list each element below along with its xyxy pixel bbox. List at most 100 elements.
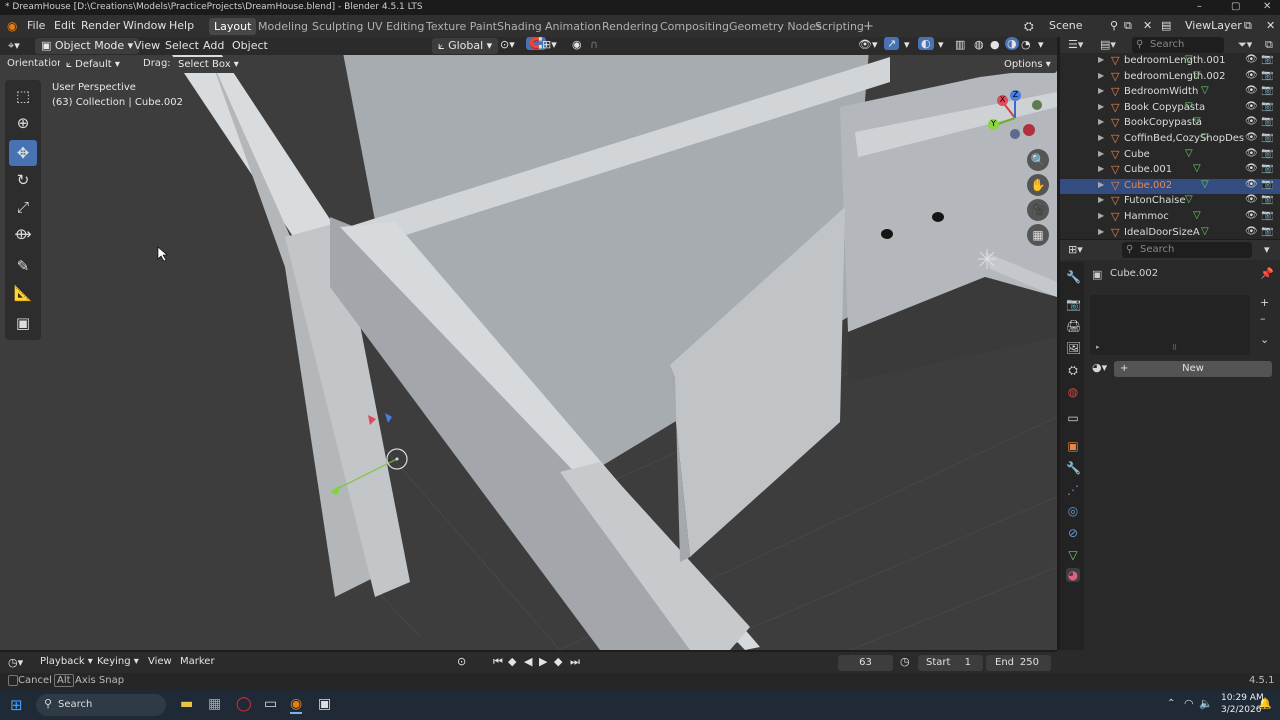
volume-icon[interactable]: 🔈 — [1199, 697, 1213, 710]
outliner-row[interactable]: ▶ ▽ Cube.002 ▽ 👁 📷 — [1060, 178, 1280, 194]
expand-arrow-icon[interactable]: ▶ — [1098, 180, 1104, 189]
outliner-item-name[interactable]: CoffinBed,CozyShopDes — [1124, 133, 1244, 144]
new-view-layer-icon[interactable]: ⧉ — [1244, 19, 1252, 33]
render-camera-icon[interactable]: 📷 — [1261, 148, 1273, 159]
taskbar-search-box[interactable]: ⚲ Search — [36, 694, 166, 716]
pivot-point-icon[interactable]: ⊙▾ — [500, 38, 515, 51]
display-mode-icon[interactable]: ▤▾ — [1100, 38, 1116, 51]
properties-options-icon[interactable]: ▾ — [1264, 243, 1270, 256]
gizmo-y-axis[interactable]: Y — [988, 119, 999, 130]
xray-toggle-icon[interactable]: ▥ — [955, 38, 965, 51]
expand-arrow-icon[interactable]: ▶ — [1098, 149, 1104, 158]
world-tab-icon[interactable]: ◍ — [1066, 385, 1080, 399]
pin-icon[interactable]: 📌 — [1260, 267, 1274, 280]
ortho-grid-icon[interactable]: ▦ — [1027, 224, 1049, 246]
new-scene-icon[interactable]: ⧉ — [1124, 19, 1132, 33]
resize-handle-icon[interactable]: ⠿ — [1172, 344, 1177, 352]
opera-icon[interactable]: ◯ — [236, 696, 252, 712]
scale-tool-icon[interactable]: ⤢ — [9, 194, 37, 220]
outliner-search-input[interactable]: ⚲ Search — [1132, 37, 1224, 53]
material-browse-icon[interactable]: ◕▾ — [1092, 361, 1107, 374]
remove-slot-icon[interactable]: – — [1260, 312, 1266, 325]
outliner-item-name[interactable]: FutonChaise — [1124, 195, 1186, 206]
wifi-icon[interactable]: ◠ — [1184, 697, 1194, 710]
mesh-data-icon[interactable]: ▽ — [1185, 148, 1193, 159]
gizmo-toggle-icon[interactable]: ↗ — [884, 37, 900, 50]
mesh-data-icon[interactable]: ▽ — [1185, 54, 1193, 65]
camera-view-icon[interactable]: 🎥 — [1027, 199, 1049, 221]
annotate-tool-icon[interactable]: ✎ — [9, 253, 37, 279]
terminal-icon[interactable]: ▭ — [264, 696, 277, 712]
store-icon[interactable]: ▦ — [208, 696, 221, 712]
falloff-icon[interactable]: ∩ — [590, 38, 598, 51]
blender-logo-icon[interactable]: ◉ — [7, 19, 17, 33]
pin-scene-icon[interactable]: ⚲ — [1110, 19, 1118, 32]
options-dropdown[interactable]: Options ▾ — [998, 57, 1057, 73]
object-tab-icon[interactable]: ▣ — [1066, 439, 1080, 453]
drag-dropdown[interactable]: Select Box ▾ — [172, 57, 245, 73]
blender-taskbar-icon[interactable]: ◉ — [290, 696, 303, 714]
tab-shading[interactable]: Shading — [492, 18, 547, 35]
particles-tab-icon[interactable]: ⋰ — [1066, 483, 1080, 497]
viewport-3d[interactable] — [0, 37, 1057, 650]
visibility-eye-icon[interactable]: 👁 — [1245, 194, 1258, 205]
mesh-data-icon[interactable]: ▽ — [1193, 70, 1201, 81]
output-tab-icon[interactable]: 🖨 — [1066, 319, 1081, 333]
outliner-item-name[interactable]: Hammoc — [1124, 211, 1169, 222]
view-layer-tab-icon[interactable]: 🖼 — [1066, 341, 1081, 355]
expand-arrow-icon[interactable]: ▶ — [1098, 102, 1104, 111]
render-camera-icon[interactable]: 📷 — [1261, 54, 1273, 65]
snap-target-icon[interactable]: ⊞▾ — [542, 38, 557, 51]
data-tab-icon[interactable]: ▽ — [1066, 548, 1080, 562]
pan-hand-icon[interactable]: ✋ — [1027, 174, 1049, 196]
filter-icon[interactable]: ⏷▾ — [1238, 38, 1252, 52]
slot-menu-icon[interactable]: ⌄ — [1260, 333, 1269, 346]
outliner-item-name[interactable]: BedroomWidth — [1124, 86, 1198, 97]
tab-rendering[interactable]: Rendering — [597, 18, 663, 35]
zoom-icon[interactable]: 🔍 — [1027, 149, 1049, 171]
expand-arrow-icon[interactable]: ▶ — [1098, 211, 1104, 220]
taskbar-date[interactable]: 3/2/2026 — [1221, 705, 1261, 715]
timeline-marker-menu[interactable]: Marker — [180, 656, 215, 667]
menu-help[interactable]: Help — [169, 19, 194, 32]
material-shading-icon[interactable]: ◑ — [1005, 37, 1019, 50]
current-frame-field[interactable]: 63 — [838, 655, 893, 671]
outliner-row[interactable]: ▶ ▽ Book Copypasta ▽ 👁 📷 — [1060, 101, 1280, 116]
outliner-item-name[interactable]: bedroomLength.002 — [1124, 71, 1225, 82]
mesh-data-icon[interactable]: ▽ — [1201, 179, 1209, 190]
notification-bell-icon[interactable]: 🔔 — [1258, 697, 1272, 710]
render-camera-icon[interactable]: 📷 — [1261, 116, 1273, 127]
outliner-item-name[interactable]: IdealDoorSizeA — [1124, 227, 1200, 238]
keying-menu[interactable]: Keying ▾ — [97, 656, 139, 667]
visibility-eye-icon[interactable]: 👁 — [1245, 70, 1258, 81]
transform-tool-icon[interactable]: ⟴ — [9, 221, 37, 247]
wireframe-shading-icon[interactable]: ◍ — [974, 38, 984, 51]
render-camera-icon[interactable]: 📷 — [1261, 210, 1273, 221]
visibility-eye-icon[interactable]: 👁 — [1245, 116, 1258, 127]
tab-layout[interactable]: Layout — [209, 18, 257, 35]
material-tab-icon[interactable]: ◕ — [1066, 568, 1080, 582]
mesh-data-icon[interactable]: ▽ — [1201, 132, 1209, 143]
end-frame-field[interactable]: End 250 — [986, 655, 1051, 671]
render-camera-icon[interactable]: 📷 — [1261, 163, 1273, 174]
tab-sculpting[interactable]: Sculpting — [307, 18, 368, 35]
prev-keyframe-icon[interactable]: ◆ — [508, 655, 516, 668]
mesh-data-icon[interactable]: ▽ — [1193, 210, 1201, 221]
outliner-editor-icon[interactable]: ☰▾ — [1068, 38, 1083, 51]
new-collection-icon[interactable]: ⧉ — [1265, 38, 1273, 52]
visibility-eye-icon[interactable]: 👁 — [1245, 148, 1258, 159]
expand-arrow-icon[interactable]: ▶ — [1098, 195, 1104, 204]
auto-keying-icon[interactable]: ⊙ — [457, 655, 466, 668]
outliner[interactable]: ☰▾ ▤▾ ⚲ Search ⏷▾ ⧉ ▶ ▽ bedroomLength.001 ▽ 👁… — [1060, 37, 1280, 239]
playback-menu[interactable]: Playback ▾ — [40, 656, 93, 667]
expand-arrow-icon[interactable]: ▶ — [1098, 71, 1104, 80]
proportional-edit-icon[interactable]: ◉ — [572, 38, 582, 51]
outliner-row[interactable]: ▶ ▽ bedroomLength.001 ▽ 👁 📷 — [1060, 54, 1280, 69]
outliner-row[interactable]: ▶ ▽ FutonChaise ▽ 👁 📷 — [1060, 194, 1280, 209]
add-cube-tool-icon[interactable]: ▣ — [9, 310, 37, 336]
outliner-item-name[interactable]: BookCopypasta — [1124, 117, 1202, 128]
expand-arrow-icon[interactable]: ▶ — [1098, 164, 1104, 173]
mode-dropdown[interactable]: ▣ Object Mode ▾ — [35, 38, 140, 54]
close-icon[interactable]: ✕ — [1263, 1, 1271, 12]
transform-orientation-dropdown[interactable]: ⟀ Global ▾ — [432, 38, 499, 54]
